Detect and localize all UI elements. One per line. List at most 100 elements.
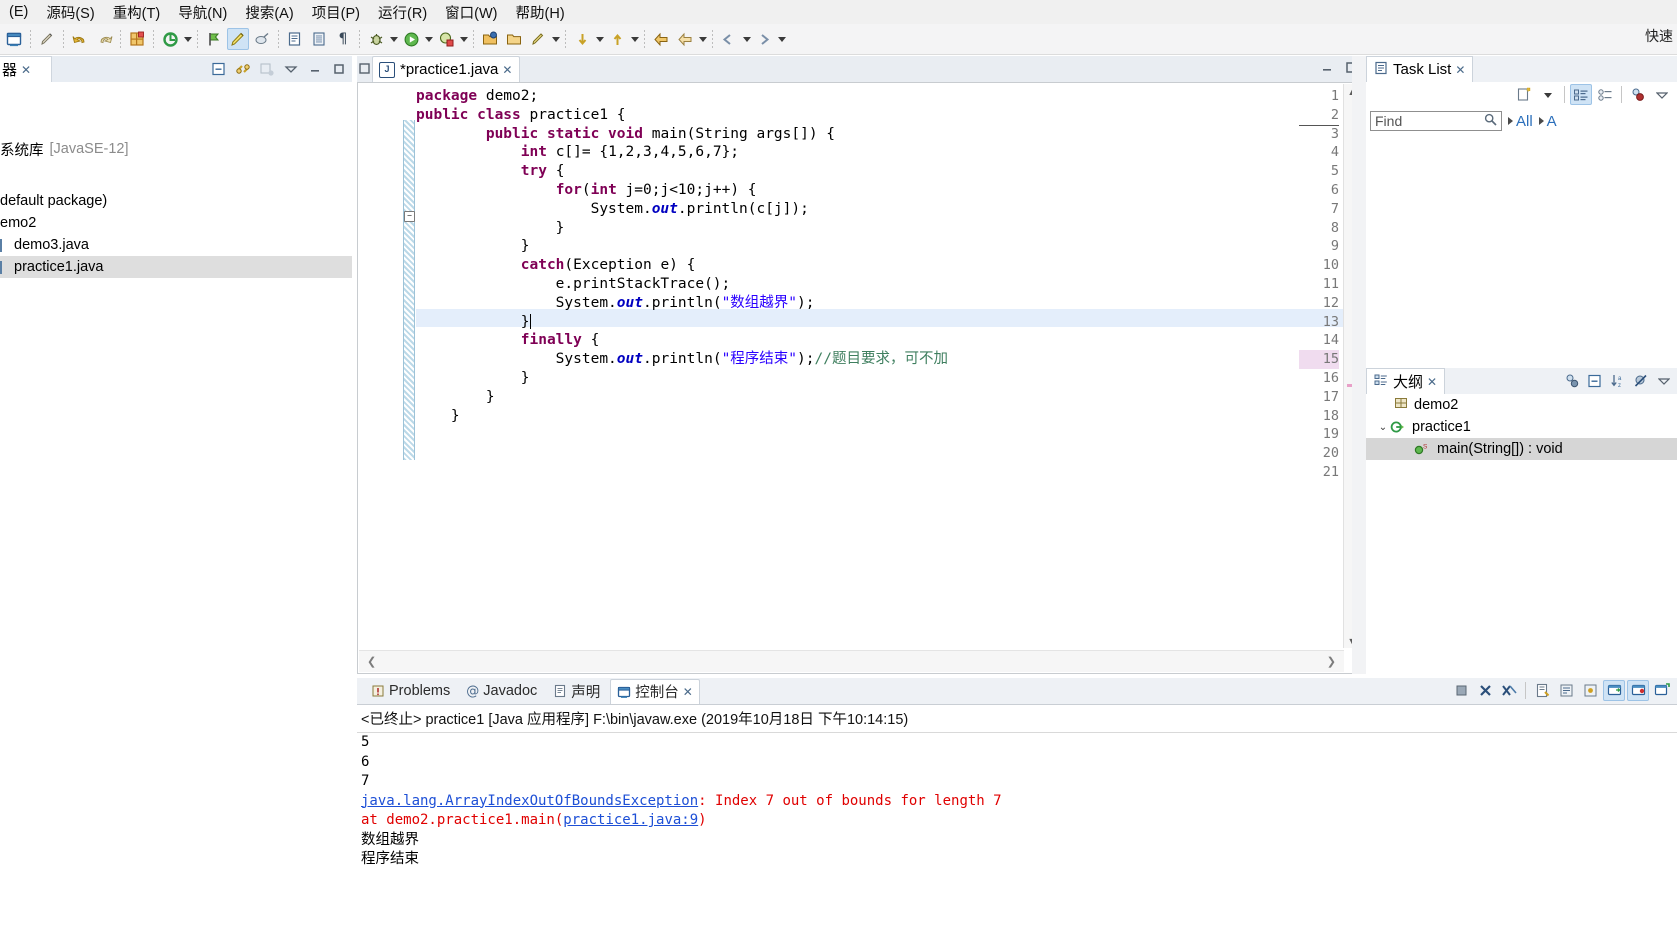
build-refresh-icon[interactable]: [159, 28, 181, 50]
menu-navigate[interactable]: 导航(N): [169, 0, 236, 25]
pilcrow-icon[interactable]: ¶: [332, 28, 354, 50]
clear-console-icon[interactable]: [1531, 680, 1553, 701]
next-annotation-icon[interactable]: [571, 28, 593, 50]
forward-history-icon[interactable]: [674, 28, 696, 50]
chevron-down-icon[interactable]: ⌄: [1376, 422, 1390, 433]
debug-dropdown-icon[interactable]: [388, 28, 399, 50]
maximize-icon[interactable]: [328, 58, 350, 80]
filter-a-link[interactable]: A: [1538, 113, 1557, 130]
remove-launch-icon[interactable]: [1474, 680, 1496, 701]
open-resource-icon[interactable]: [308, 28, 330, 50]
new-window-icon[interactable]: [3, 28, 25, 50]
code-editor[interactable]: 1 2 3 4 5 6 7 8 9 10 11 12 13 14 15 16 17 18 19 20 21 − pack…: [358, 83, 1344, 649]
outline-tree[interactable]: demo2 ⌄ practice1 S main(String[]) : voi…: [1366, 394, 1677, 674]
open-console-icon[interactable]: [1651, 680, 1673, 701]
prev-annotation-dropdown-icon[interactable]: [629, 28, 640, 50]
stacktrace-link[interactable]: practice1.java:9: [563, 812, 698, 828]
tree-item-demo2[interactable]: emo2: [0, 212, 352, 234]
minimize-icon[interactable]: [304, 58, 326, 80]
close-icon[interactable]: ✕: [502, 63, 512, 77]
search-input[interactable]: Find: [1370, 111, 1502, 131]
build-dropdown-icon[interactable]: [182, 28, 193, 50]
remove-all-launches-icon[interactable]: [1498, 680, 1520, 701]
tab-console[interactable]: 控制台 ✕: [610, 678, 700, 704]
editor-restore-icon[interactable]: [355, 59, 373, 77]
tree-item-jre-library[interactable]: 系统库 [JavaSE-12]: [0, 138, 352, 160]
close-icon[interactable]: ✕: [683, 685, 693, 699]
link-with-editor-icon[interactable]: [232, 58, 254, 80]
tree-item-practice1-java[interactable]: practice1.java: [0, 256, 352, 278]
close-icon[interactable]: ✕: [1427, 375, 1437, 389]
close-icon[interactable]: ✕: [21, 63, 31, 77]
focus-icon[interactable]: [256, 58, 278, 80]
console-output[interactable]: 5 6 7 java.lang.ArrayIndexOutOfBoundsExcept…: [357, 733, 1677, 870]
tab-outline[interactable]: 大纲 ✕: [1366, 368, 1446, 394]
tab-declaration[interactable]: 声明: [547, 679, 606, 703]
back-history-icon[interactable]: [650, 28, 672, 50]
forward-nav-icon[interactable]: [753, 28, 775, 50]
terminate-all-icon[interactable]: [1450, 680, 1472, 701]
menu-edit[interactable]: (E): [0, 2, 37, 22]
new-java-project-icon[interactable]: [479, 28, 501, 50]
new-task-icon[interactable]: [1513, 84, 1535, 105]
history-dropdown-icon[interactable]: [697, 28, 708, 50]
new-class-dropdown-icon[interactable]: [550, 28, 561, 50]
tab-javadoc[interactable]: @ Javadoc: [460, 679, 543, 703]
show-console-on-error-icon[interactable]: [1627, 680, 1649, 701]
editor-horizontal-scrollbar[interactable]: ❮ ❯: [359, 650, 1344, 672]
external-tools-dropdown-icon[interactable]: [458, 28, 469, 50]
view-menu-icon[interactable]: [280, 58, 302, 80]
forward-nav-dropdown-icon[interactable]: [776, 28, 787, 50]
focus-outline-icon[interactable]: [1561, 370, 1583, 391]
outline-item-demo2[interactable]: demo2: [1366, 394, 1677, 416]
search-icon[interactable]: [1484, 113, 1497, 129]
tab-practice1-java[interactable]: J *practice1.java ✕: [372, 56, 521, 82]
scroll-left-icon[interactable]: ❮: [367, 655, 376, 668]
outline-item-main-method[interactable]: S main(String[]) : void: [1366, 438, 1677, 460]
filter-all-link[interactable]: All: [1508, 113, 1533, 130]
highlight-edit-icon[interactable]: [227, 28, 249, 50]
save-all-icon[interactable]: [126, 28, 148, 50]
back-nav-icon[interactable]: [718, 28, 740, 50]
scroll-lock-icon[interactable]: [1555, 680, 1577, 701]
view-menu-icon[interactable]: [1651, 84, 1673, 105]
prev-annotation-icon[interactable]: [606, 28, 628, 50]
menu-refactor[interactable]: 重构(T): [104, 0, 170, 25]
collapse-all-icon[interactable]: [1584, 370, 1606, 391]
menu-search[interactable]: 搜索(A): [236, 0, 302, 25]
collapse-all-icon[interactable]: [208, 58, 230, 80]
quick-access-label[interactable]: 快速: [1645, 26, 1673, 46]
categorized-view-icon[interactable]: [1570, 84, 1592, 105]
tree-item-demo3-java[interactable]: demo3.java: [0, 234, 352, 256]
exception-link[interactable]: java.lang.ArrayIndexOutOfBoundsException: [361, 793, 698, 809]
fold-collapse-icon[interactable]: −: [404, 211, 415, 222]
package-explorer-tree[interactable]: 系统库 [JavaSE-12] default package) emo2 de…: [0, 82, 352, 939]
undo-icon[interactable]: [69, 28, 91, 50]
hide-fields-icon[interactable]: [1630, 370, 1652, 391]
back-nav-dropdown-icon[interactable]: [741, 28, 752, 50]
outline-item-practice1[interactable]: ⌄ practice1: [1366, 416, 1677, 438]
external-tools-icon[interactable]: [435, 28, 457, 50]
redo-icon[interactable]: [93, 28, 115, 50]
sort-icon[interactable]: az: [1607, 370, 1629, 391]
edit-pencil-icon[interactable]: [36, 28, 58, 50]
menu-source[interactable]: 源码(S): [37, 0, 103, 25]
next-annotation-dropdown-icon[interactable]: [594, 28, 605, 50]
debug-icon[interactable]: [365, 28, 387, 50]
new-folder-icon[interactable]: [503, 28, 525, 50]
run-dropdown-icon[interactable]: [423, 28, 434, 50]
run-icon[interactable]: [400, 28, 422, 50]
scroll-right-icon[interactable]: ❯: [1327, 655, 1336, 668]
pin-console-icon[interactable]: [1579, 680, 1601, 701]
close-icon[interactable]: ✕: [1455, 63, 1465, 77]
menu-project[interactable]: 项目(P): [303, 0, 369, 25]
right-sash[interactable]: [1352, 56, 1366, 674]
new-task-dropdown-icon[interactable]: [1537, 84, 1559, 105]
marker-icon[interactable]: [203, 28, 225, 50]
open-task-icon[interactable]: [284, 28, 306, 50]
menu-help[interactable]: 帮助(H): [507, 0, 574, 25]
tab-package-explorer[interactable]: 器 ✕: [0, 56, 52, 82]
tab-problems[interactable]: Problems: [365, 679, 456, 703]
tab-task-list[interactable]: Task List ✕: [1366, 56, 1474, 82]
new-class-icon[interactable]: [527, 28, 549, 50]
